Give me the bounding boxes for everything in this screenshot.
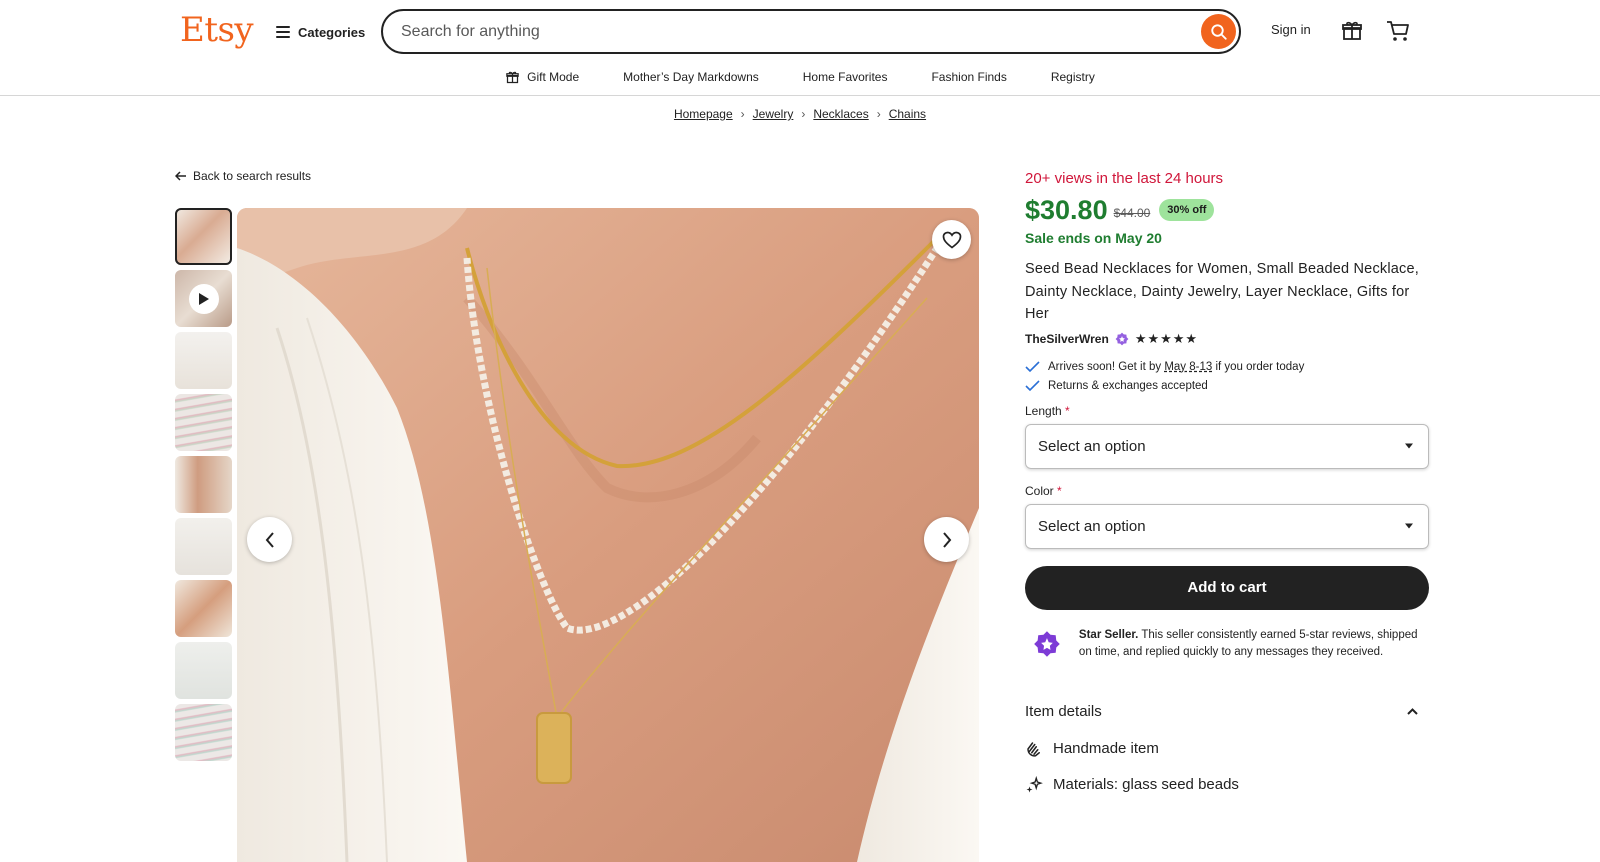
product-photo — [237, 208, 979, 862]
caret-down-icon — [1405, 523, 1413, 529]
back-to-results-link[interactable]: Back to search results — [175, 169, 311, 183]
sale-ends: Sale ends on May 20 — [1025, 230, 1162, 246]
delivery-date-link[interactable]: May 8-13 — [1164, 361, 1212, 373]
chevron-left-icon — [265, 531, 274, 548]
discount-badge: 30% off — [1159, 199, 1215, 221]
required-mark: * — [1065, 403, 1070, 418]
etsy-logo[interactable]: Etsy — [180, 10, 254, 50]
perk-arrives-prefix: Arrives soon! Get it by — [1048, 360, 1165, 373]
sign-in-link[interactable]: Sign in — [1271, 22, 1311, 37]
star-seller-badge-icon — [1034, 630, 1060, 657]
search-icon — [1210, 23, 1227, 40]
rating-stars[interactable]: ★★★★★ — [1135, 331, 1198, 347]
perk-returns: Returns & exchanges accepted — [1025, 380, 1430, 392]
nav-registry[interactable]: Registry — [1051, 66, 1095, 88]
hand-icon — [1027, 741, 1040, 757]
categories-button[interactable]: Categories — [276, 20, 365, 44]
next-image-button[interactable] — [924, 517, 969, 562]
nav-mothers-day[interactable]: Mother’s Day Markdowns — [623, 66, 759, 88]
search-bar — [381, 9, 1241, 54]
thumbnail-5[interactable] — [175, 456, 232, 513]
caret-down-icon — [1405, 443, 1413, 449]
back-label: Back to search results — [193, 169, 312, 183]
sparkle-icon — [1026, 775, 1043, 792]
star-seller-text: Star Seller. This seller consistently ea… — [1079, 627, 1430, 661]
nav-fashion-finds[interactable]: Fashion Finds — [931, 66, 1006, 88]
length-label-text: Length — [1025, 403, 1062, 418]
length-select[interactable]: Select an option — [1025, 423, 1429, 469]
length-select-value: Select an option — [1038, 437, 1146, 455]
site-header: Etsy Categories Sign in Gift Mode Mother… — [0, 0, 1600, 96]
nav-gift-mode[interactable]: Gift Mode — [505, 66, 579, 88]
arrow-left-icon — [175, 171, 186, 181]
play-icon — [189, 284, 219, 314]
detail-materials-text: Materials: glass seed beads — [1053, 776, 1239, 793]
thumbnail-1[interactable] — [175, 208, 232, 265]
color-label-text: Color — [1025, 483, 1054, 498]
detail-handmade-text: Handmade item — [1053, 740, 1159, 757]
search-button[interactable] — [1201, 14, 1236, 49]
check-icon — [1025, 379, 1040, 391]
chevron-right-icon: › — [876, 107, 881, 121]
breadcrumb-necklaces[interactable]: Necklaces — [813, 107, 868, 121]
detail-handmade: Handmade item — [1025, 740, 1430, 758]
length-label: Length * — [1025, 404, 1430, 418]
categories-label: Categories — [298, 24, 366, 40]
thumbnail-3[interactable] — [175, 332, 232, 389]
detail-materials: Materials: glass seed beads — [1025, 775, 1430, 794]
thumbnail-video[interactable] — [175, 270, 232, 327]
check-icon — [1025, 360, 1040, 372]
thumbnail-9[interactable] — [175, 704, 232, 761]
perk-arrives: Arrives soon! Get it by May 8-13 if you … — [1025, 361, 1430, 373]
perk-arrives-text: Arrives soon! Get it by May 8-13 if you … — [1048, 361, 1304, 373]
price-row: $30.80 $44.00 30% off — [1025, 193, 1430, 227]
cart-icon[interactable] — [1385, 19, 1411, 43]
original-price: $44.00 — [1113, 206, 1151, 220]
item-details-label: Item details — [1025, 702, 1102, 720]
nav-label: Gift Mode — [527, 70, 580, 84]
item-details-toggle[interactable]: Item details — [1025, 703, 1430, 720]
heart-icon — [942, 231, 961, 249]
thumbnail-6[interactable] — [175, 518, 232, 575]
seller-row: TheSilverWren ★★★★★ — [1025, 331, 1430, 347]
breadcrumb-chains[interactable]: Chains — [889, 107, 926, 121]
chevron-right-icon: › — [801, 107, 806, 121]
perk-arrives-suffix: if you order today — [1212, 360, 1305, 373]
views-count: 20+ views in the last 24 hours — [1025, 170, 1224, 187]
breadcrumb: Homepage › Jewelry › Necklaces › Chains — [0, 107, 1600, 121]
chevron-right-icon: › — [740, 107, 745, 121]
gift-icon — [506, 71, 519, 83]
chevron-up-icon — [1407, 707, 1418, 715]
perks-list: Arrives soon! Get it by May 8-13 if you … — [1025, 361, 1430, 392]
menu-icon — [276, 26, 290, 38]
star-seller-badge-icon — [1115, 332, 1129, 345]
sale-price: $30.80 — [1025, 194, 1108, 225]
thumbnail-8[interactable] — [175, 642, 232, 699]
star-seller-notice: Star Seller. This seller consistently ea… — [1025, 627, 1430, 661]
required-mark: * — [1057, 483, 1062, 498]
breadcrumb-jewelry[interactable]: Jewelry — [753, 107, 794, 121]
favorite-button[interactable] — [932, 220, 971, 259]
color-select[interactable]: Select an option — [1025, 503, 1429, 549]
chevron-right-icon — [942, 531, 951, 548]
perk-returns-text: Returns & exchanges accepted — [1048, 379, 1208, 392]
previous-image-button[interactable] — [247, 517, 292, 562]
product-main-image[interactable] — [237, 208, 979, 862]
color-label: Color * — [1025, 484, 1430, 498]
product-title: Seed Bead Necklaces for Women, Small Bea… — [1025, 261, 1419, 322]
sub-navigation: Gift Mode Mother’s Day Markdowns Home Fa… — [0, 66, 1600, 88]
search-input[interactable] — [401, 21, 1161, 43]
thumbnail-7[interactable] — [175, 580, 232, 637]
gift-icon[interactable] — [1340, 19, 1364, 43]
star-seller-title: Star Seller. — [1078, 628, 1139, 641]
add-to-cart-button[interactable]: Add to cart — [1025, 565, 1429, 610]
product-info: 20+ views in the last 24 hours $30.80 $4… — [1025, 170, 1430, 794]
breadcrumb-homepage[interactable]: Homepage — [674, 107, 733, 121]
thumbnail-4[interactable] — [175, 394, 232, 451]
color-select-value: Select an option — [1038, 517, 1146, 535]
seller-name[interactable]: TheSilverWren — [1025, 332, 1109, 346]
nav-home-favorites[interactable]: Home Favorites — [803, 66, 888, 88]
thumbnail-list — [175, 208, 232, 766]
